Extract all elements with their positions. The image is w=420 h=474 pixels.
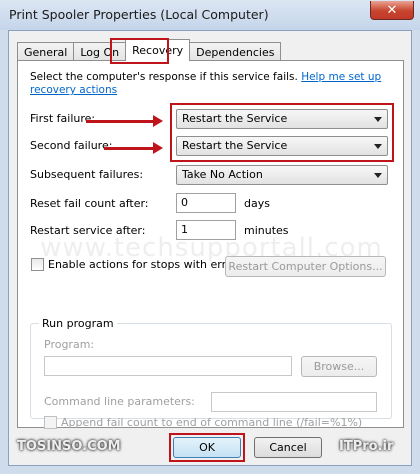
command-line-input[interactable] [211, 392, 377, 412]
tab-recovery-label: Recovery [132, 44, 184, 57]
tab-log-on[interactable]: Log On [73, 42, 127, 61]
tab-strip: General Log On Recovery Dependencies [17, 39, 282, 61]
run-program-legend: Run program [39, 317, 117, 330]
window-title: Print Spooler Properties (Local Computer… [9, 7, 269, 22]
close-button[interactable]: ✕ [370, 1, 414, 20]
title-bar: Print Spooler Properties (Local Computer… [0, 0, 420, 30]
first-failure-dropdown[interactable]: Restart the Service [176, 109, 388, 129]
restart-computer-options-button[interactable]: Restart Computer Options... [225, 256, 386, 277]
append-fail-count-label: Append fail count to end of command line… [61, 416, 363, 429]
restart-service-label: Restart service after: [30, 224, 146, 237]
program-label: Program: [44, 338, 95, 351]
cancel-button[interactable]: Cancel [254, 437, 322, 458]
subsequent-failures-value: Take No Action [182, 168, 263, 181]
second-failure-arrow-icon [104, 142, 163, 154]
first-failure-arrow-icon [86, 115, 163, 127]
reset-fail-count-unit: days [244, 197, 270, 210]
enable-actions-checkbox[interactable] [31, 258, 44, 271]
subsequent-failures-label: Subsequent failures: [30, 168, 144, 181]
tab-general[interactable]: General [17, 42, 75, 61]
reset-fail-count-label: Reset fail count after: [30, 197, 149, 210]
close-icon: ✕ [386, 2, 398, 18]
tab-log-on-label: Log On [80, 45, 120, 59]
footer-watermark-left: TOSINSO.COM [17, 439, 121, 454]
recovery-description: Select the computer's response if this s… [30, 71, 392, 97]
footer-watermark-right: ITPro.ir [339, 439, 394, 454]
second-failure-value: Restart the Service [182, 139, 288, 152]
second-failure-dropdown[interactable]: Restart the Service [176, 136, 388, 156]
chevron-down-icon [374, 173, 382, 178]
second-failure-label: Second failure: [30, 139, 113, 152]
first-failure-value: Restart the Service [182, 112, 288, 125]
command-line-label: Command line parameters: [44, 395, 195, 408]
restart-service-input[interactable]: 1 [176, 220, 236, 240]
chevron-down-icon [374, 117, 382, 122]
tab-general-label: General [24, 45, 68, 59]
append-fail-count-checkbox[interactable] [44, 416, 57, 429]
subsequent-failures-dropdown[interactable]: Take No Action [176, 165, 388, 185]
reset-fail-count-input[interactable]: 0 [176, 193, 236, 213]
properties-dialog: General Log On Recovery Dependencies www… [8, 30, 412, 466]
ok-button[interactable]: OK [173, 437, 241, 458]
recovery-panel: www.techsupportall.com Select the comput… [17, 60, 404, 429]
restart-service-unit: minutes [244, 224, 289, 237]
enable-actions-label: Enable actions for stops with errors. [48, 258, 247, 271]
browse-button[interactable]: Browse... [301, 356, 377, 377]
first-failure-label: First failure: [30, 112, 96, 125]
tab-recovery[interactable]: Recovery [125, 39, 191, 61]
program-input[interactable] [44, 356, 292, 376]
run-program-group: Run program Program: Browse... Command l… [30, 317, 392, 419]
description-text: Select the computer's response if this s… [30, 71, 298, 83]
tab-dependencies[interactable]: Dependencies [189, 42, 282, 61]
tab-dependencies-label: Dependencies [196, 45, 275, 59]
chevron-down-icon [374, 144, 382, 149]
